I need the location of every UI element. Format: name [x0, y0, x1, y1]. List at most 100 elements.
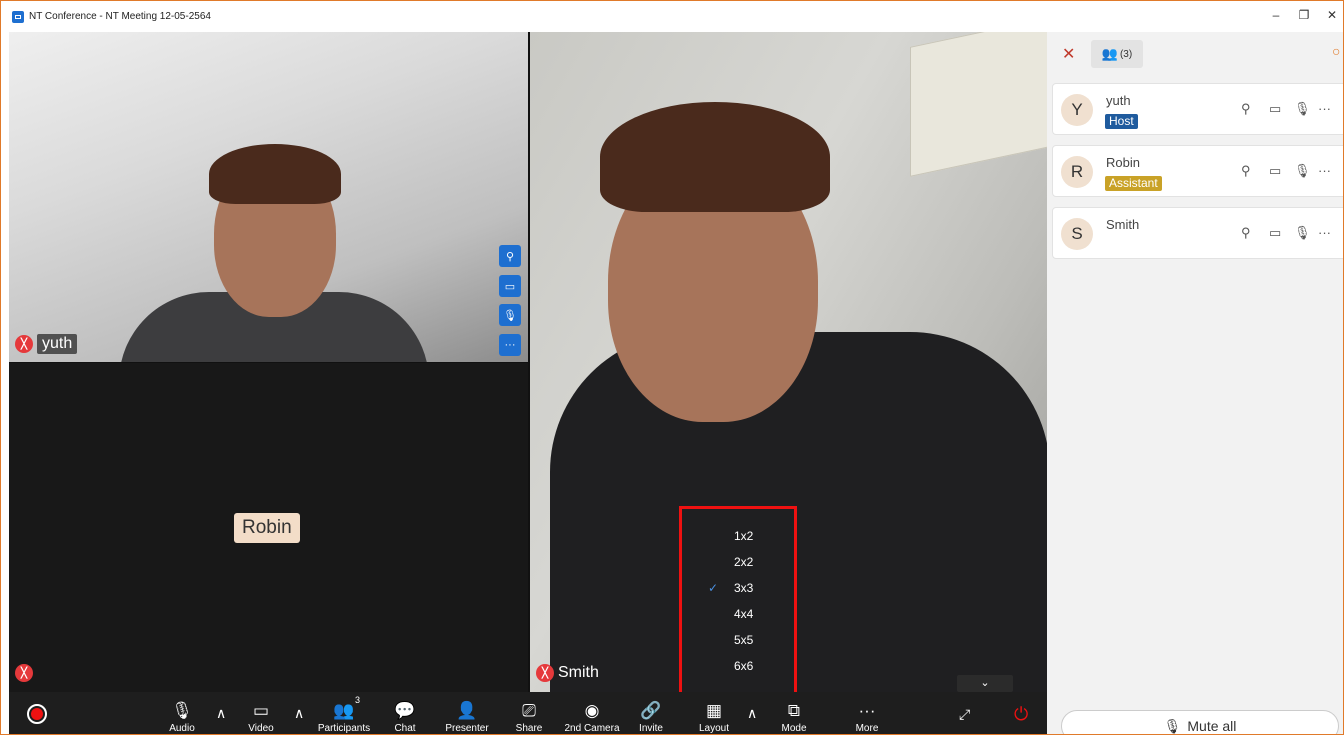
chat-icon: 💬 [394, 701, 416, 720]
participant-name: Robin [1106, 155, 1140, 170]
pin-icon[interactable]: ⚲ [499, 245, 521, 267]
mode-icon: ⧉ [787, 701, 801, 720]
close-panel-button[interactable]: ✕ [1062, 44, 1075, 64]
video-camera-icon[interactable]: ▭ [1269, 225, 1281, 241]
share-screen-icon: ⎚ [522, 701, 536, 720]
participants-tab[interactable]: 👥 (3) [1091, 40, 1143, 68]
layout-options-caret-icon[interactable]: ∧ [747, 705, 757, 722]
video-camera-icon: ▭ [252, 701, 270, 720]
participant-card-yuth[interactable]: Y yuth Host ⚲ ▭ 🎙 ··· [1052, 83, 1343, 135]
more-button[interactable]: ··· More [847, 692, 887, 735]
pin-icon[interactable]: ⚲ [1241, 163, 1251, 179]
mode-label: Mode [781, 723, 807, 734]
participant-hair [600, 102, 830, 212]
mic-off-icon[interactable]: 🎙 [1294, 101, 1311, 117]
layout-option-4x4[interactable]: 4x4 [734, 607, 753, 621]
close-window-button[interactable]: ✕ [1325, 8, 1339, 22]
record-button[interactable] [27, 704, 47, 724]
participants-label: Participants [317, 723, 371, 734]
layout-option-5x5[interactable]: 5x5 [734, 633, 753, 647]
audio-button[interactable]: 🎙 Audio [162, 692, 202, 735]
video-tile-yuth[interactable]: ⚲ ▭ 🎙 ··· ╳ yuth [9, 32, 528, 362]
invite-button[interactable]: 🔗 Invite [631, 692, 671, 735]
minimize-button[interactable]: – [1269, 8, 1283, 22]
participants-panel: ✕ 👥 (3) ○ Y yuth Host ⚲ ▭ 🎙 ··· R Robin … [1047, 32, 1343, 734]
mic-off-icon: 🎙 [1163, 717, 1182, 734]
name-tag-yuth: ╳ yuth [15, 334, 78, 354]
pin-icon[interactable]: ⚲ [1241, 101, 1251, 117]
chat-label: Chat [394, 723, 416, 734]
share-label: Share [515, 723, 543, 734]
mic-off-icon[interactable]: 🎙 [1294, 225, 1311, 241]
mic-off-icon: ╳ [536, 664, 554, 682]
restore-button[interactable]: ❐ [1297, 8, 1311, 22]
mic-off-icon[interactable]: 🎙 [1294, 163, 1311, 179]
video-stage: ⚲ ▭ 🎙 ··· ╳ yuth Robin ╳ ╳ Smith 1x2 2x2… [9, 32, 1047, 714]
avatar: Y [1061, 94, 1093, 126]
meeting-toolbar: 🎙 Audio ∧ ▭ Video ∧ 👥 Participants 3 💬 C… [9, 692, 1047, 735]
air-conditioner [910, 32, 1047, 177]
chat-button[interactable]: 💬 Chat [387, 692, 423, 735]
mic-off-icon: ╳ [15, 335, 33, 353]
more-options-icon[interactable]: ··· [1318, 225, 1331, 240]
webcam-icon: ◉ [584, 701, 600, 720]
title-bar: NT Conference - NT Meeting 12-05-2564 – … [1, 1, 1343, 32]
role-badge-host: Host [1105, 114, 1138, 129]
more-options-icon[interactable]: ··· [1318, 101, 1331, 116]
more-label: More [855, 723, 879, 734]
pin-icon[interactable]: ⚲ [1241, 225, 1251, 241]
name-tag-smith: ╳ Smith [536, 664, 599, 682]
layout-menu: 1x2 2x2 ✓ 3x3 4x4 5x5 6x6 [679, 506, 797, 714]
participant-name: Smith [558, 664, 599, 681]
leave-meeting-power-icon[interactable]: ⏻ [1014, 704, 1028, 725]
more-dots-icon: ··· [858, 701, 876, 720]
mic-icon[interactable]: 🎙 [499, 304, 521, 326]
participant-card-robin[interactable]: R Robin Assistant ⚲ ▭ 🎙 ··· [1052, 145, 1343, 197]
layout-button[interactable]: ▦ Layout [694, 692, 734, 735]
layout-option-3x3[interactable]: 3x3 [734, 581, 753, 595]
video-camera-icon[interactable]: ▭ [1269, 101, 1281, 117]
invite-label: Invite [639, 723, 663, 734]
app-logo-icon [12, 10, 24, 23]
participant-name: yuth [37, 334, 78, 354]
search-icon[interactable]: ○ [1332, 43, 1340, 59]
participants-tab-count: (3) [1119, 48, 1133, 60]
name-tag-robin: ╳ [15, 664, 33, 682]
window-title: NT Conference - NT Meeting 12-05-2564 [29, 11, 211, 22]
mic-off-icon: 🎙 [171, 701, 193, 720]
app-window: NT Conference - NT Meeting 12-05-2564 – … [0, 0, 1344, 735]
presenter-icon: 👤 [456, 701, 478, 720]
participants-icon: 👥 [1101, 46, 1118, 61]
fullscreen-icon[interactable]: ⤢ [959, 706, 970, 723]
audio-options-caret-icon[interactable]: ∧ [216, 705, 226, 722]
more-options-icon[interactable]: ··· [1318, 163, 1331, 178]
mute-all-button[interactable]: 🎙 Mute all [1061, 710, 1339, 734]
video-off-icon[interactable]: ▭ [1269, 163, 1281, 179]
presenter-button[interactable]: 👤 Presenter [437, 692, 497, 735]
video-button[interactable]: ▭ Video [241, 692, 281, 735]
participant-name: Smith [1106, 217, 1140, 232]
mode-button[interactable]: ⧉ Mode [774, 692, 814, 735]
share-button[interactable]: ⎚ Share [509, 692, 549, 735]
layout-label: Layout [698, 723, 730, 734]
participant-card-smith[interactable]: S Smith ⚲ ▭ 🎙 ··· [1052, 207, 1343, 259]
second-camera-button[interactable]: ◉ 2nd Camera [557, 692, 627, 735]
layout-grid-icon: ▦ [705, 701, 723, 720]
video-tile-robin[interactable]: Robin ╳ [9, 363, 528, 692]
video-options-caret-icon[interactable]: ∧ [294, 705, 304, 722]
collapse-toolbar-button[interactable]: ⌄ [957, 675, 1013, 692]
second-camera-label: 2nd Camera [564, 723, 620, 734]
layout-option-1x2[interactable]: 1x2 [734, 529, 753, 543]
participants-icon: 👥 [333, 701, 355, 720]
audio-label: Audio [169, 723, 195, 734]
more-options-icon[interactable]: ··· [499, 334, 521, 356]
participant-hair [209, 144, 341, 204]
layout-option-2x2[interactable]: 2x2 [734, 555, 753, 569]
avatar: R [1061, 156, 1093, 188]
mic-off-icon: ╳ [15, 664, 33, 682]
video-camera-icon[interactable]: ▭ [499, 275, 521, 297]
participants-button[interactable]: 👥 Participants [309, 692, 379, 735]
presenter-label: Presenter [445, 723, 489, 734]
record-icon [31, 708, 43, 720]
layout-option-6x6[interactable]: 6x6 [734, 659, 753, 673]
